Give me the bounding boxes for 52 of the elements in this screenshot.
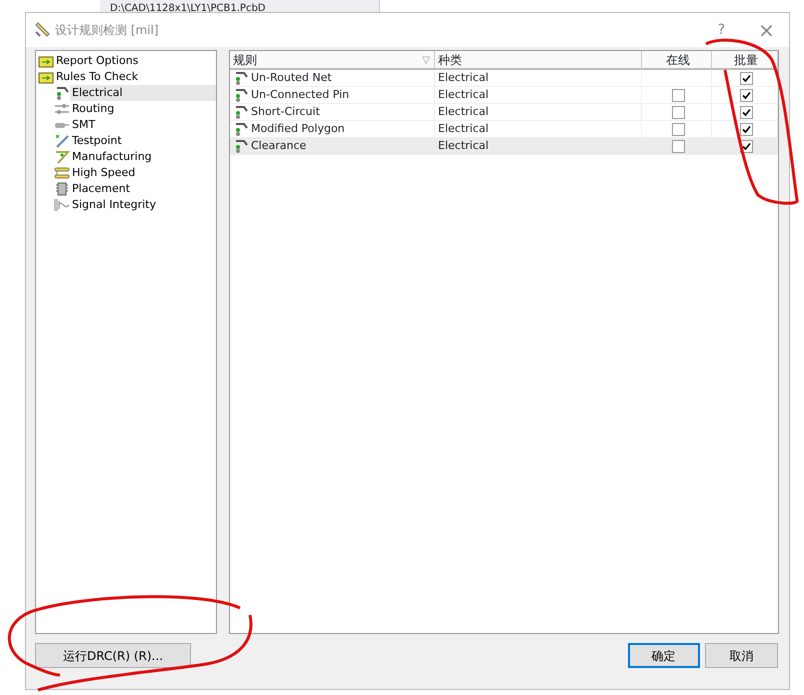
rule-type: Electrical — [438, 70, 489, 86]
checkbox[interactable] — [672, 106, 684, 118]
ruler-icon — [34, 22, 50, 38]
rule-name: Short-Circuit — [251, 104, 320, 120]
checkbox[interactable] — [672, 88, 684, 102]
probe-icon — [233, 70, 249, 86]
waveform-icon — [54, 197, 70, 213]
column-header[interactable]: 规则 — [233, 51, 422, 69]
tree-item[interactable]: Report Options — [54, 52, 216, 70]
column-header[interactable]: 种类 — [435, 51, 642, 69]
rule-name: Clearance — [251, 138, 306, 154]
checkbox[interactable] — [740, 122, 752, 136]
rule-type: Electrical — [438, 138, 489, 154]
tree-item[interactable]: Testpoint — [70, 132, 216, 150]
wire-icon — [54, 101, 70, 117]
close-button[interactable]: × — [744, 14, 789, 46]
tree-item[interactable]: High Speed — [70, 164, 216, 182]
rule-name: Un-Routed Net — [251, 70, 332, 86]
probe-icon — [54, 85, 70, 101]
help-button[interactable]: ? — [699, 18, 744, 42]
file-path: D:\CAD\1128x1\LY1\PCB1.PcbD — [110, 3, 266, 12]
tree-item[interactable]: Rules To Check — [54, 68, 216, 86]
tree-item[interactable]: SMT — [70, 116, 216, 134]
probe-icon — [233, 138, 249, 154]
link-icon — [54, 165, 70, 181]
checkbox[interactable] — [672, 140, 684, 152]
tree-item[interactable]: Signal Integrity — [70, 196, 216, 214]
column-header[interactable]: 在线 — [642, 51, 712, 69]
rule-type: Electrical — [438, 120, 489, 137]
chip-icon — [54, 181, 70, 197]
probe-icon — [233, 87, 249, 103]
checkbox[interactable] — [672, 122, 684, 136]
rule-name: Modified Polygon — [251, 120, 345, 137]
tree-item[interactable]: Placement — [70, 180, 216, 198]
probe-icon — [233, 121, 249, 137]
tree-item[interactable]: Manufacturing — [70, 148, 216, 166]
cancel-button[interactable]: 取消 — [705, 643, 778, 668]
probe-icon — [233, 104, 249, 120]
checkbox[interactable] — [740, 88, 752, 102]
tree-item[interactable]: Electrical — [70, 84, 216, 102]
rule-type: Electrical — [438, 104, 489, 120]
tree-item[interactable]: Routing — [70, 100, 216, 118]
ok-button[interactable]: 确定 — [628, 643, 700, 668]
column-header[interactable]: 批量 — [712, 51, 778, 69]
probe-pen-icon — [54, 133, 70, 149]
rule-type: Electrical — [438, 86, 489, 103]
triangle-icon — [54, 149, 70, 165]
rule-name: Un-Connected Pin — [251, 86, 350, 103]
window-title: 设计规则检测 [mil] — [55, 22, 160, 39]
checkbox[interactable] — [740, 106, 752, 118]
run-drc-button[interactable]: 运行DRC(R) (R)... — [35, 643, 191, 668]
checkbox[interactable] — [740, 72, 752, 84]
